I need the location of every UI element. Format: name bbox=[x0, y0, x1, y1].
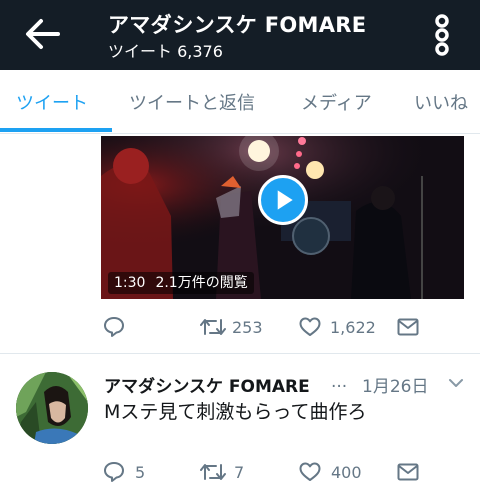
play-icon[interactable] bbox=[258, 175, 308, 225]
like-icon[interactable] bbox=[299, 317, 321, 337]
video-duration: 1:30 bbox=[114, 275, 146, 291]
tweet-count: ツイート 6,376 bbox=[108, 42, 223, 61]
tab-tweets[interactable]: ツイート bbox=[16, 89, 88, 115]
like-icon[interactable] bbox=[299, 462, 321, 482]
tweet-author-name[interactable]: アマダシンスケ FOMARE bbox=[104, 372, 310, 397]
more-options-icon[interactable] bbox=[428, 12, 456, 58]
tweet-divider bbox=[0, 353, 480, 354]
reply-count: 5 bbox=[135, 463, 146, 482]
like-count: 1,622 bbox=[330, 318, 376, 337]
tweet-name-ellipsis: ... bbox=[331, 372, 348, 392]
video-info-overlay: 1:30 2.1万件の閲覧 bbox=[108, 272, 254, 294]
back-arrow-icon[interactable] bbox=[22, 16, 62, 52]
retweet-icon[interactable] bbox=[200, 462, 226, 482]
chevron-down-icon[interactable] bbox=[447, 376, 465, 390]
direct-message-icon[interactable] bbox=[397, 318, 419, 336]
tab-likes[interactable]: いいね bbox=[414, 89, 468, 115]
tab-tweets-and-replies[interactable]: ツイートと返信 bbox=[129, 89, 255, 115]
reply-icon[interactable] bbox=[103, 461, 125, 483]
avatar-image bbox=[16, 372, 88, 444]
like-count: 400 bbox=[331, 463, 362, 482]
active-tab-indicator bbox=[0, 128, 112, 132]
avatar[interactable] bbox=[16, 372, 88, 444]
profile-header: アマダシンスケ FOMARE ツイート 6,376 bbox=[0, 0, 480, 70]
retweet-count: 7 bbox=[234, 463, 245, 482]
retweet-icon[interactable] bbox=[200, 317, 226, 337]
reply-icon[interactable] bbox=[103, 316, 125, 338]
tab-media[interactable]: メディア bbox=[301, 89, 372, 115]
retweet-count: 253 bbox=[232, 318, 263, 337]
header-title: アマダシンスケ FOMARE bbox=[108, 13, 367, 37]
profile-tabs: ツイート ツイートと返信 メディア いいね bbox=[0, 70, 480, 134]
direct-message-icon[interactable] bbox=[397, 463, 419, 481]
tweet-date[interactable]: 1月26日 bbox=[362, 372, 428, 397]
video-views: 2.1万件の閲覧 bbox=[155, 275, 248, 291]
tweet-text: Mステ見て刺激もらって曲作ろ bbox=[104, 401, 367, 423]
